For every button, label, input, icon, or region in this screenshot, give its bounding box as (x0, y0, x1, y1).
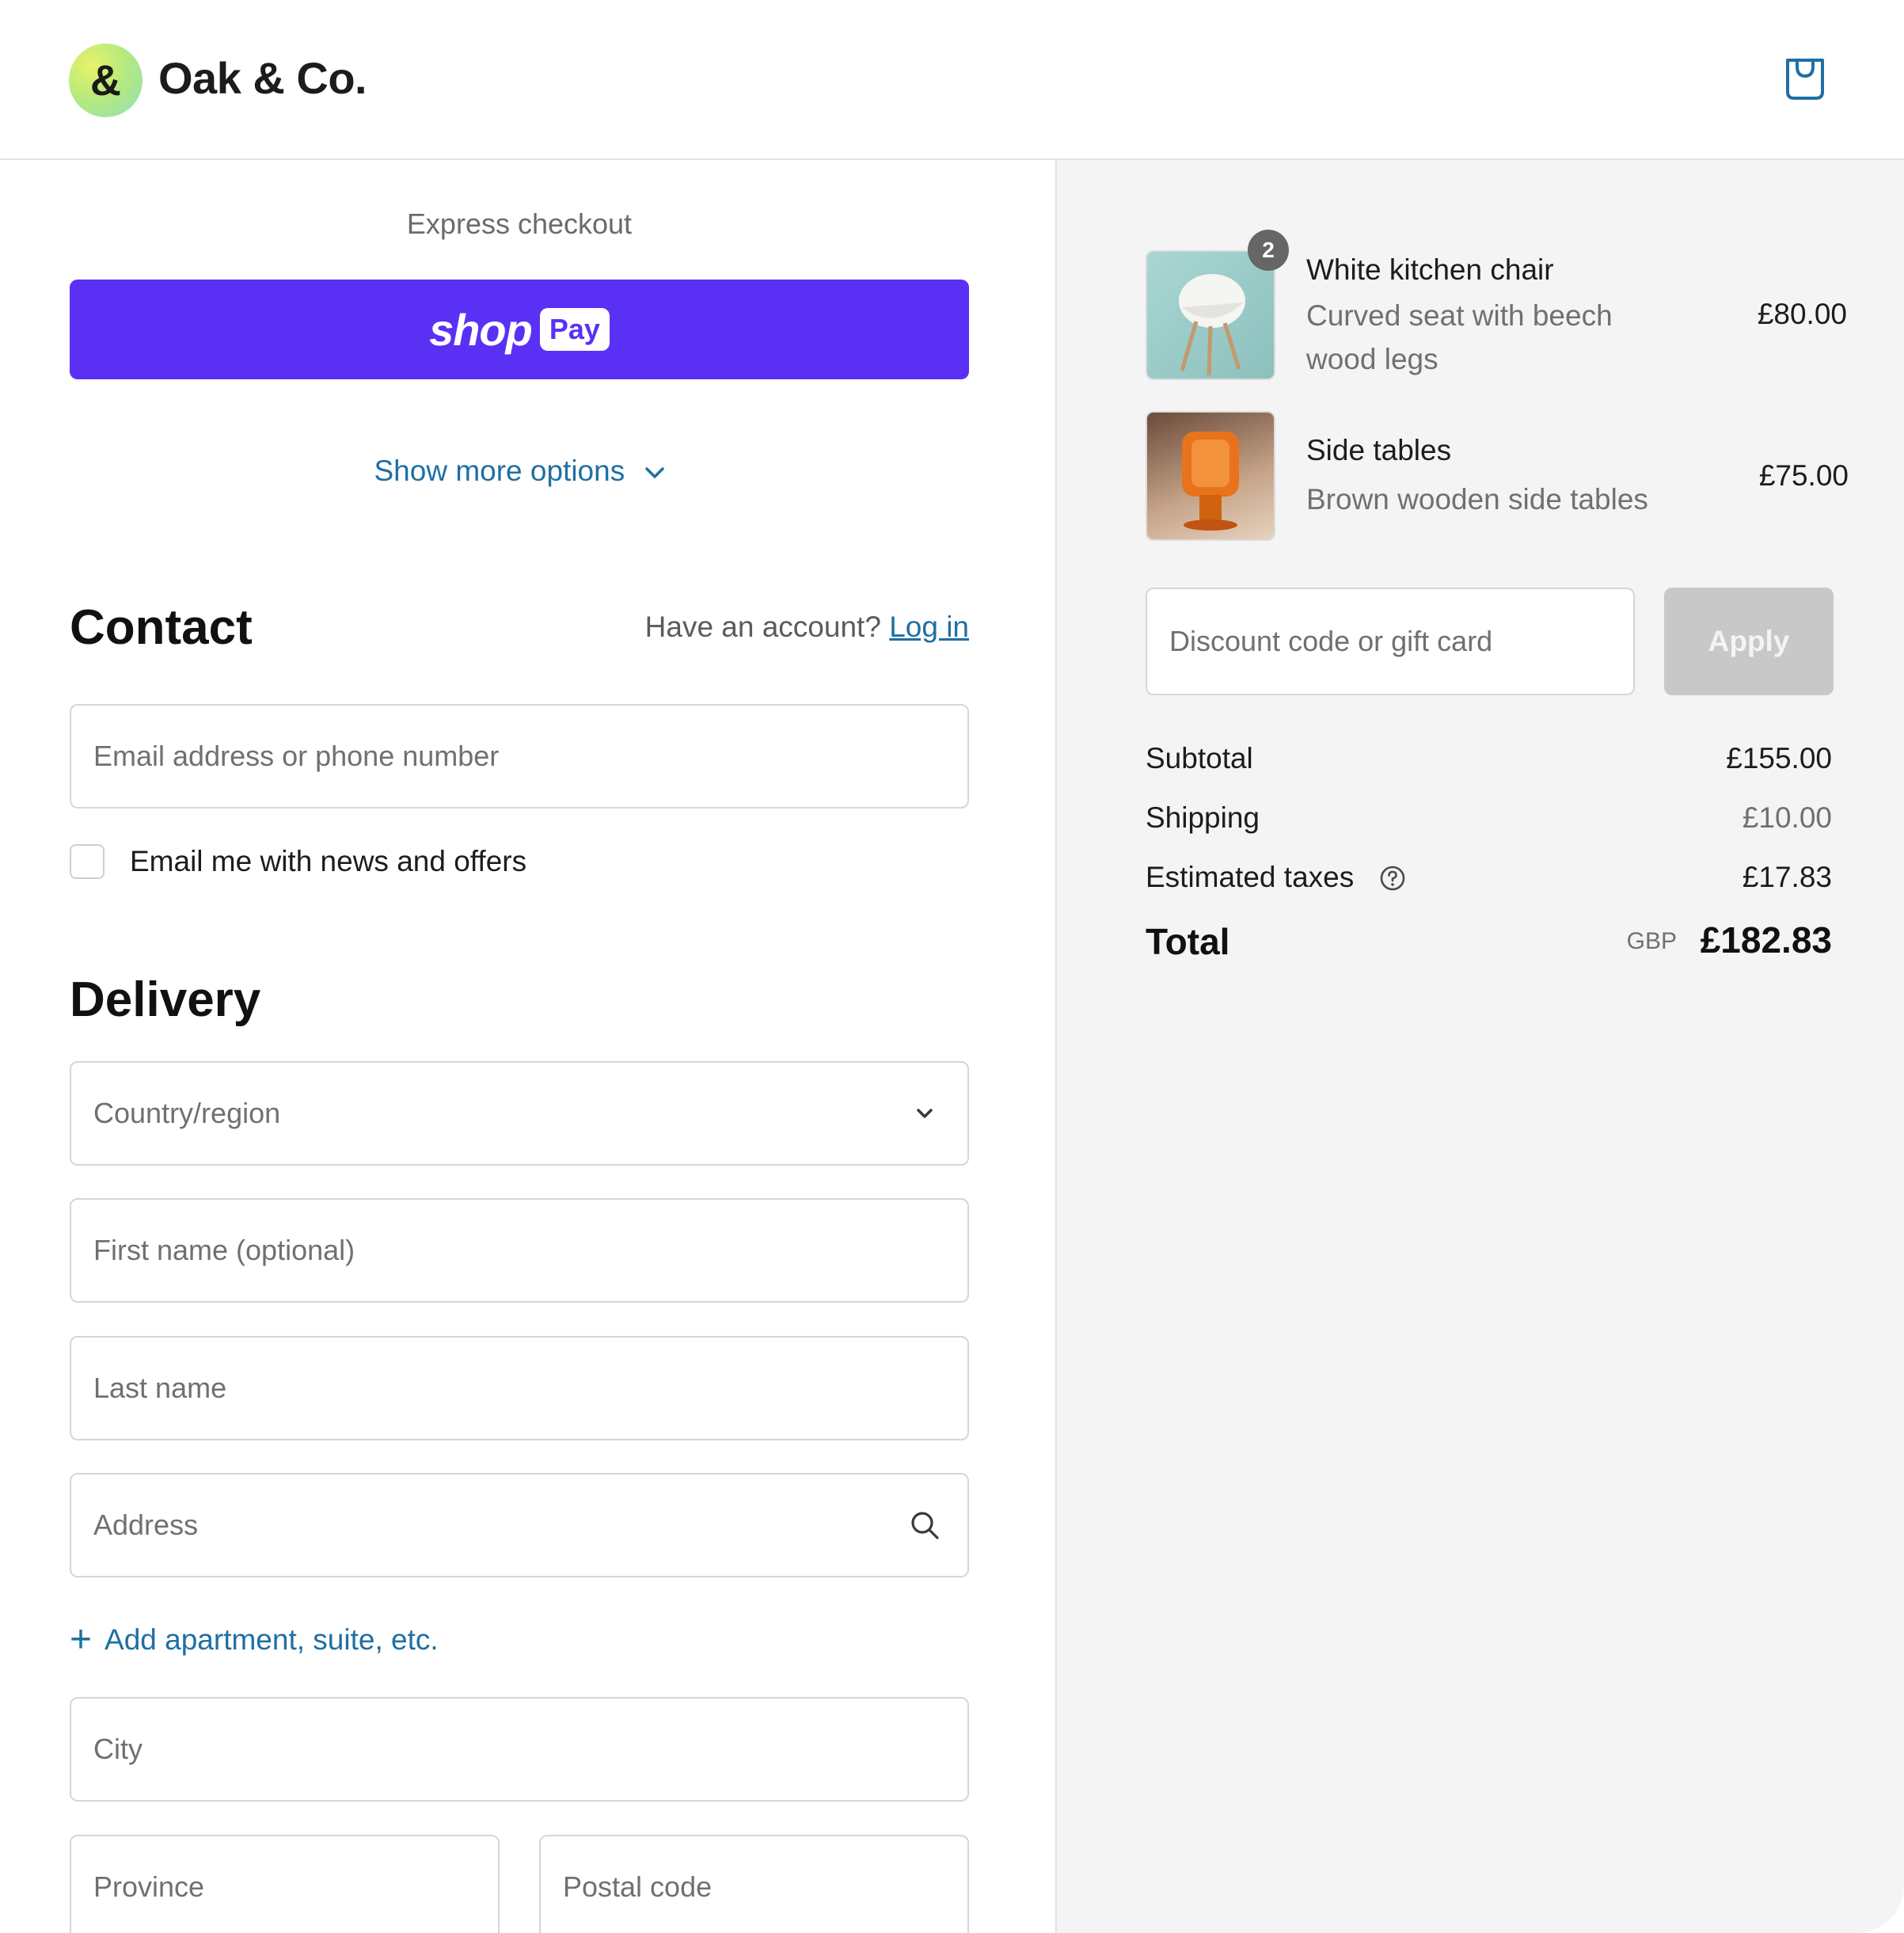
log-in-link[interactable]: Log in (889, 611, 969, 643)
email-field[interactable] (70, 704, 969, 809)
shopping-bag-icon[interactable] (1781, 55, 1829, 103)
shipping-value: £10.00 (1742, 801, 1832, 834)
chair-product-image (1146, 250, 1275, 380)
total-label: Total (1146, 921, 1230, 962)
chevron-down-icon (917, 1109, 933, 1118)
subtotal-label: Subtotal (1146, 742, 1253, 774)
item-price: £75.00 (1758, 459, 1849, 492)
search-icon[interactable] (909, 1509, 941, 1541)
first-name-field[interactable] (70, 1198, 969, 1303)
logo-glyph: & (90, 56, 121, 105)
postal-code-field[interactable] (539, 1835, 969, 1933)
last-name-field[interactable] (70, 1336, 969, 1440)
address-input[interactable] (71, 1474, 967, 1576)
country-select[interactable]: Country/region (70, 1061, 969, 1166)
item-title: White kitchen chair (1306, 253, 1554, 286)
discount-field[interactable] (1146, 588, 1635, 695)
checkout-page: & Oak & Co. Express checkout shop Pay Sh… (0, 0, 1904, 1933)
email-input[interactable] (71, 706, 967, 807)
chair-illustration (1179, 274, 1245, 376)
last-name-input[interactable] (71, 1337, 967, 1439)
country-select-value: Country/region (93, 1097, 281, 1129)
postal-code-input[interactable] (541, 1836, 967, 1933)
item-description: Curved seat with beech wood legs (1306, 299, 1613, 375)
taxes-label: Estimated taxes (1146, 861, 1355, 893)
shop-pay-badge: Pay (539, 308, 610, 351)
help-icon[interactable] (1379, 865, 1406, 892)
chevron-down-icon (644, 467, 664, 478)
add-apartment-label: Add apartment, suite, etc. (105, 1623, 439, 1656)
account-prompt: Have an account? (644, 611, 881, 643)
city-field[interactable] (70, 1697, 969, 1802)
side-table-illustration (1182, 432, 1239, 531)
side-table-product-image (1146, 411, 1275, 541)
delivery-heading: Delivery (70, 972, 261, 1027)
item-title: Side tables (1306, 434, 1452, 466)
checkout-form-panel (0, 160, 1055, 1933)
item-price: £80.00 (1757, 298, 1847, 330)
account-prompt-line: Have an account? Log in (645, 611, 969, 644)
currency-code: GBP (1626, 928, 1677, 954)
quantity-badge: 2 (1248, 230, 1289, 271)
express-checkout-label: Express checkout (406, 207, 633, 240)
shop-pay-wordmark: shop (429, 304, 533, 355)
site-header: & Oak & Co. (0, 0, 1904, 160)
address-field[interactable] (70, 1473, 969, 1577)
province-input[interactable] (71, 1836, 498, 1933)
province-field[interactable] (70, 1835, 500, 1933)
city-input[interactable] (71, 1699, 967, 1800)
item-description: Brown wooden side tables (1306, 483, 1648, 516)
show-more-options-link[interactable]: Show more options (70, 455, 969, 488)
plus-icon: + (70, 1619, 93, 1661)
newsletter-checkbox[interactable] (70, 844, 105, 879)
brand-name[interactable]: Oak & Co. (158, 52, 367, 104)
shop-pay-button[interactable]: shop Pay (70, 280, 969, 379)
add-apartment-link[interactable]: + Add apartment, suite, etc. (70, 1621, 439, 1659)
taxes-value: £17.83 (1742, 861, 1832, 893)
subtotal-value: £155.00 (1726, 742, 1832, 774)
first-name-input[interactable] (71, 1200, 967, 1301)
shipping-label: Shipping (1146, 801, 1260, 834)
discount-input[interactable] (1147, 589, 1633, 694)
total-value: £182.83 (1700, 919, 1832, 961)
contact-heading: Contact (70, 600, 253, 655)
show-more-options-label: Show more options (374, 455, 625, 487)
brand-logo[interactable]: & (69, 44, 143, 117)
newsletter-label: Email me with news and offers (130, 845, 527, 877)
apply-button[interactable]: Apply (1664, 588, 1834, 695)
